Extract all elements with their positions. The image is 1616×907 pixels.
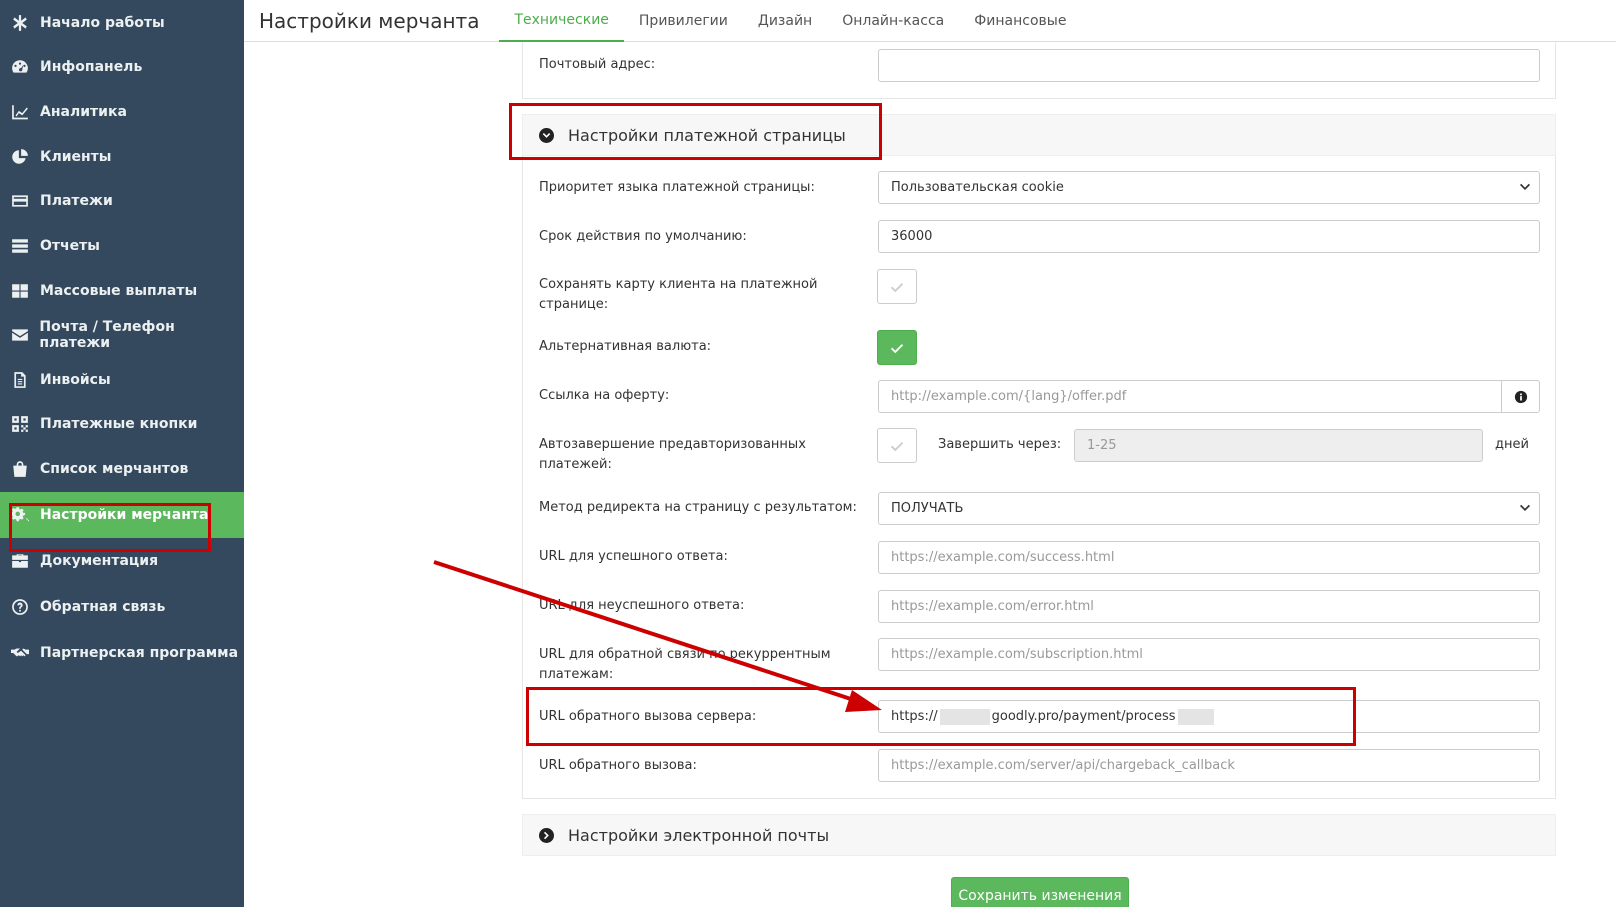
chevron-down-circle-icon: [539, 127, 554, 143]
offer-link-input[interactable]: http://example.com/{lang}/offer.pdf: [878, 380, 1502, 413]
email-input[interactable]: [878, 49, 1540, 82]
recurring-url-input[interactable]: https://example.com/subscription.html: [878, 638, 1540, 671]
checkmark-icon: [890, 343, 904, 353]
grid-icon: [10, 281, 30, 301]
success-url-label: URL для успешного ответа:: [539, 549, 728, 564]
envelope-icon: [10, 325, 29, 345]
checkmark-icon: [890, 441, 904, 451]
sidebar-item-label: Начало работы: [40, 15, 165, 31]
line-chart-icon: [10, 102, 30, 122]
tab-technical[interactable]: Технические: [499, 0, 624, 42]
sidebar-item-label: Платежные кнопки: [40, 416, 198, 432]
offer-info-button[interactable]: [1502, 380, 1540, 413]
complete-after-label: Завершить через:: [938, 437, 1062, 452]
page-title: Настройки мерчанта: [259, 8, 480, 33]
sidebar-item-label: Список мерчантов: [40, 461, 189, 477]
default-ttl-label: Срок действия по умолчанию:: [539, 229, 747, 244]
question-circle-icon: [10, 597, 30, 617]
sidebar-item-dashboard[interactable]: Инфопанель: [0, 44, 244, 90]
callback-input[interactable]: https://example.com/server/api/chargebac…: [878, 749, 1540, 782]
document-icon: [10, 370, 30, 390]
save-card-label: Сохранять карту клиента на платежной стр…: [539, 277, 818, 312]
pie-chart-icon: [10, 147, 30, 167]
sidebar-item-merchant-list[interactable]: Список мерчантов: [0, 446, 244, 492]
asterisk-icon: [10, 13, 30, 33]
chevron-down-icon: [1520, 504, 1530, 511]
error-url-label: URL для неуспешного ответа:: [539, 598, 745, 613]
sidebar: Начало работы Инфопанель Аналитика Клиен…: [0, 0, 244, 907]
credit-card-icon: [10, 191, 30, 211]
server-callback-input[interactable]: https:// goodly.pro/payment/process: [878, 700, 1540, 733]
alt-currency-label: Альтернативная валюта:: [539, 339, 712, 354]
sidebar-item-label: Инвойсы: [40, 372, 111, 388]
error-url-input[interactable]: https://example.com/error.html: [878, 590, 1540, 623]
shopping-bag-icon: [10, 459, 30, 479]
save-card-checkbox[interactable]: [877, 269, 917, 304]
sidebar-item-partner-program[interactable]: Партнерская программа: [0, 630, 244, 676]
sidebar-item-label: Аналитика: [40, 104, 127, 120]
briefcase-icon: [10, 551, 30, 571]
autocomplete-label: Автозавершение предавторизованных платеж…: [539, 437, 806, 472]
email-label: Почтовый адрес:: [539, 57, 656, 72]
sidebar-item-label: Обратная связь: [40, 599, 166, 615]
alt-currency-checkbox[interactable]: [877, 330, 917, 365]
sidebar-item-label: Почта / Телефон платежи: [39, 319, 175, 351]
sidebar-item-feedback[interactable]: Обратная связь: [0, 584, 244, 630]
top-header: Настройки мерчанта Технические Привилеги…: [244, 0, 1616, 42]
sidebar-item-label: Документация: [40, 553, 159, 569]
list-icon: [10, 236, 30, 256]
tab-privileges[interactable]: Привилегии: [624, 0, 743, 42]
info-circle-icon: [1514, 390, 1527, 403]
success-url-input[interactable]: https://example.com/success.html: [878, 541, 1540, 574]
recurring-url-label: URL для обратной связи по рекуррентным п…: [539, 647, 831, 682]
default-ttl-input[interactable]: 36000: [878, 220, 1540, 253]
email-section-title: Настройки электронной почты: [568, 825, 830, 845]
sidebar-item-getting-started[interactable]: Начало работы: [0, 0, 244, 46]
offer-link-label: Ссылка на оферту:: [539, 388, 670, 403]
sidebar-item-clients[interactable]: Клиенты: [0, 134, 244, 180]
tab-financial[interactable]: Финансовые: [959, 0, 1081, 42]
sidebar-item-merchant-settings[interactable]: Настройки мерчанта: [0, 492, 244, 538]
redacted-block: [939, 708, 990, 725]
qr-code-icon: [10, 414, 30, 434]
email-section-header[interactable]: Настройки электронной почты: [522, 814, 1556, 856]
autocomplete-checkbox[interactable]: [877, 428, 917, 463]
checkmark-icon: [890, 282, 904, 292]
redirect-method-select[interactable]: ПОЛУЧАТЬ: [878, 492, 1540, 525]
sidebar-item-mass-payouts[interactable]: Массовые выплаты: [0, 268, 244, 314]
payment-page-section-title: Настройки платежной страницы: [568, 125, 846, 145]
sidebar-item-label: Платежи: [40, 193, 113, 209]
sidebar-item-label: Отчеты: [40, 238, 100, 254]
dashboard-icon: [10, 57, 30, 77]
callback-label: URL обратного вызова:: [539, 758, 697, 773]
payment-page-section-header[interactable]: Настройки платежной страницы: [522, 114, 1556, 156]
sidebar-item-label: Инфопанель: [40, 59, 143, 75]
cogs-icon: [10, 505, 30, 525]
sidebar-item-label: Настройки мерчанта: [40, 507, 209, 523]
language-priority-label: Приоритет языка платежной страницы:: [539, 180, 815, 195]
language-priority-select[interactable]: Пользовательская cookie: [878, 171, 1540, 204]
complete-after-input[interactable]: 1-25: [1074, 429, 1483, 462]
sidebar-item-moto-payments[interactable]: Почта / Телефон платежи: [0, 312, 244, 358]
sidebar-item-reports[interactable]: Отчеты: [0, 223, 244, 269]
redirect-method-label: Метод редиректа на страницу с результато…: [539, 500, 857, 515]
sidebar-item-analytics[interactable]: Аналитика: [0, 89, 244, 135]
handshake-icon: [10, 643, 30, 663]
sidebar-item-payment-buttons[interactable]: Платежные кнопки: [0, 401, 244, 447]
chevron-right-circle-icon: [539, 827, 554, 843]
sidebar-item-invoices[interactable]: Инвойсы: [0, 357, 244, 403]
sidebar-item-label: Массовые выплаты: [40, 283, 198, 299]
chevron-down-icon: [1520, 183, 1530, 190]
tab-design[interactable]: Дизайн: [743, 0, 827, 42]
redacted-block: [1177, 708, 1214, 725]
sidebar-item-label: Партнерская программа: [40, 645, 239, 661]
days-label: дней: [1495, 437, 1529, 452]
sidebar-item-documentation[interactable]: Документация: [0, 538, 244, 584]
sidebar-item-label: Клиенты: [40, 149, 112, 165]
sidebar-item-payments[interactable]: Платежи: [0, 178, 244, 224]
server-callback-label: URL обратного вызова сервера:: [539, 709, 757, 724]
tab-online-cashbox[interactable]: Онлайн-касса: [827, 0, 959, 42]
save-changes-button[interactable]: Сохранить изменения: [951, 877, 1129, 907]
